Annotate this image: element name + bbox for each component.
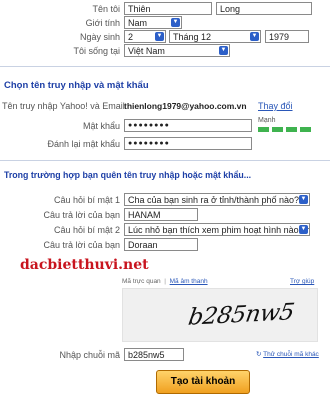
confirm-password-label: Đánh lại mật khẩu (47, 139, 120, 149)
question1-value: Cha của bạn sinh ra ở tỉnh/thành phố nào… (128, 195, 300, 205)
captcha-input[interactable]: b285nw5 (124, 348, 184, 361)
gender-value: Nam (128, 18, 148, 28)
captcha-image: b285nw5 (122, 288, 318, 342)
account-heading: Chọn tên truy nhập và mật khẩu (4, 80, 149, 91)
captcha-input-label: Nhập chuỗi mã (59, 350, 120, 360)
first-name-input[interactable]: Thiên (124, 2, 212, 15)
chevron-down-icon: ▼ (250, 32, 259, 41)
captcha-tabs: Mã trực quan | Mã âm thanh (122, 278, 208, 285)
captcha-tab-visual[interactable]: Mã trực quan (122, 278, 161, 285)
watermark-text: dacbietthuvi.net (20, 257, 149, 273)
chevron-down-icon: ▼ (171, 18, 180, 27)
password-strength-segment (258, 127, 269, 132)
country-select[interactable]: Việt Nam ▼ (124, 44, 230, 57)
confirm-password-input[interactable]: ●●●●●●●● (124, 137, 252, 150)
chevron-down-icon: ▼ (299, 195, 308, 204)
refresh-icon: ↻ (256, 351, 262, 358)
dob-label: Ngày sinh (79, 32, 120, 42)
answer1-label: Câu trả lời của bạn (43, 210, 120, 220)
yahoo-id-value: thienlong1979@yahoo.com.vn (124, 101, 247, 111)
password-strength-segment (300, 127, 311, 132)
dob-day-value: 2 (128, 32, 134, 42)
section-divider (0, 66, 330, 67)
name-label: Tên tôi (92, 4, 120, 14)
country-label: Tôi sống tại (73, 46, 120, 56)
answer2-input[interactable]: Doraan (124, 238, 198, 251)
dob-month-value: Tháng 12 (173, 32, 212, 42)
country-value: Việt Nam (128, 46, 165, 56)
section-divider (0, 160, 330, 161)
password-strength-segment (272, 127, 283, 132)
dob-day-select[interactable]: 2 ▼ (124, 30, 166, 43)
captcha-refresh[interactable]: ↻ Thử chuỗi mã khác (256, 350, 319, 358)
captcha-image-text: b285nw5 (186, 299, 296, 331)
captcha-refresh-link: Thử chuỗi mã khác (263, 351, 319, 358)
last-name-input[interactable]: Long (216, 2, 312, 15)
change-id-link[interactable]: Thay đổi (258, 101, 293, 111)
password-strength-meter (258, 127, 312, 132)
gender-select[interactable]: Nam ▼ (124, 16, 182, 29)
question2-label: Câu hỏi bí mật 2 (53, 225, 120, 235)
question1-label: Câu hỏi bí mật 1 (53, 195, 120, 205)
password-input[interactable]: ●●●●●●●● (124, 119, 252, 132)
chevron-down-icon: ▼ (219, 46, 228, 55)
question1-select[interactable]: Cha của bạn sinh ra ở tỉnh/thành phố nào… (124, 193, 310, 206)
password-strength-label: Mạnh (258, 117, 276, 124)
dob-month-select[interactable]: Tháng 12 ▼ (169, 30, 261, 43)
question2-select[interactable]: Lúc nhỏ bạn thích xem phim hoạt hình nào… (124, 223, 310, 236)
question2-value: Lúc nhỏ bạn thích xem phim hoạt hình nào… (128, 225, 310, 235)
answer2-label: Câu trả lời của bạn (43, 240, 120, 250)
chevron-down-icon: ▼ (155, 32, 164, 41)
password-label: Mật khẩu (82, 121, 120, 131)
answer1-input[interactable]: HANAM (124, 208, 198, 221)
captcha-help-link[interactable]: Trợ giúp (290, 278, 314, 285)
create-account-button[interactable]: Tạo tài khoản (156, 370, 250, 394)
chevron-down-icon: ▼ (299, 225, 308, 234)
yahoo-id-label: Tên truy nhập Yahoo! và Email (2, 101, 125, 111)
password-strength-segment (286, 127, 297, 132)
captcha-tab-audio[interactable]: Mã âm thanh (170, 278, 208, 285)
gender-label: Giới tính (85, 18, 120, 28)
recovery-heading: Trong trường hợp bạn quên tên truy nhập … (4, 170, 252, 180)
dob-year-input[interactable]: 1979 (265, 30, 309, 43)
